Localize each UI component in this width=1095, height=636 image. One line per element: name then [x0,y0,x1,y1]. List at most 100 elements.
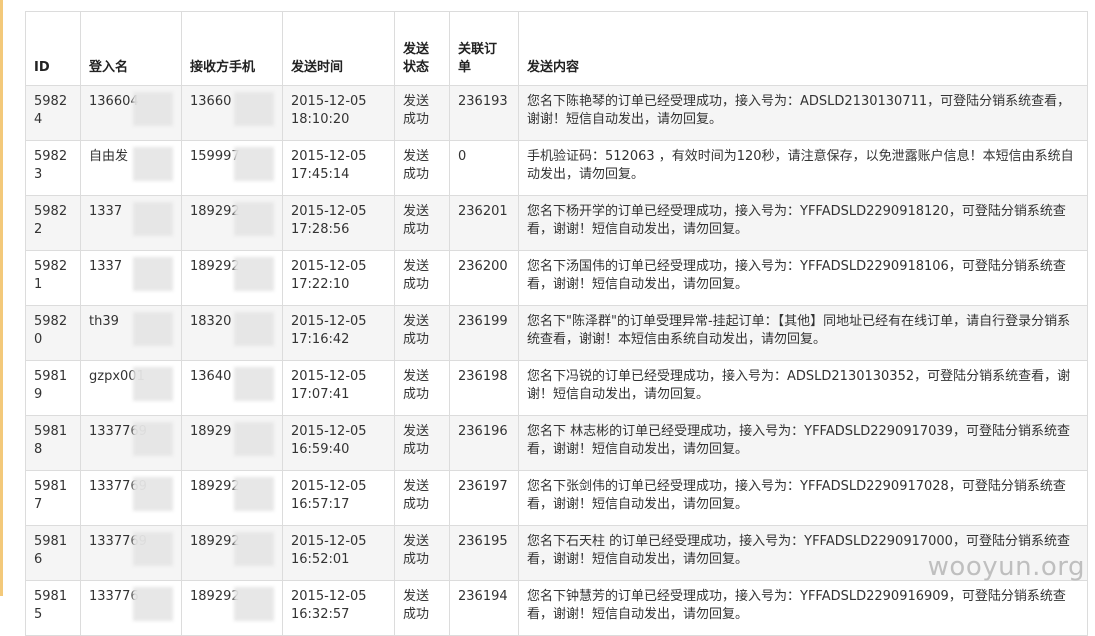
cell-content-text: 您名下杨开学的订单已经受理成功，接入号为：YFFADSLD2290918120，… [527,204,1066,237]
cell-phone: 13640 [181,360,283,416]
cell-content: 您名下陈艳琴的订单已经受理成功，接入号为：ADSLD2130130711，可登陆… [518,85,1088,141]
cell-time-text: 2015-12-05 18:10:20 [291,94,367,127]
cell-time-text: 2015-12-05 16:57:17 [291,479,367,512]
cell-order: 236199 [449,305,519,361]
cell-order: 236198 [449,360,519,416]
cell-order: 0 [449,140,519,196]
cell-time-text: 2015-12-05 17:28:56 [291,204,367,237]
cell-order-text: 236201 [458,204,508,219]
cell-order-text: 236194 [458,589,508,604]
cell-status-text: 发送 成功 [403,94,430,127]
cell-content-text: 您名下 林志彬的订单已经受理成功，接入号为：YFFADSLD2290917039… [527,424,1070,457]
cell-order: 236193 [449,85,519,141]
redaction-mask [234,147,274,181]
cell-login: 1337769 [80,415,182,471]
cell-phone-text: 18929 [190,424,232,439]
cell-order-text: 236200 [458,259,508,274]
cell-status-text: 发送 成功 [403,479,430,512]
cell-time-text: 2015-12-05 17:16:42 [291,314,367,347]
cell-phone-text: 18320 [190,314,232,329]
cell-id: 59815 [25,580,81,636]
cell-content-text: 您名下陈艳琴的订单已经受理成功，接入号为：ADSLD2130130711，可登陆… [527,94,1071,127]
cell-status: 发送 成功 [394,580,450,636]
cell-time: 2015-12-05 16:59:40 [282,415,395,471]
cell-content: 您名下汤国伟的订单已经受理成功，接入号为：YFFADSLD2290918106，… [518,250,1088,306]
cell-login-text: 133776 [89,589,139,604]
cell-time: 2015-12-05 16:32:57 [282,580,395,636]
redaction-mask [133,422,173,456]
cell-content: 手机验证码：512063 ，有效时间为120秒，请注意保存，以免泄露账户信息！本… [518,140,1088,196]
cell-login: th39 [80,305,182,361]
col-header-content: 发送内容 [518,11,1088,86]
cell-content: 您名下冯锐的订单已经受理成功，接入号为：ADSLD2130130352，可登陆分… [518,360,1088,416]
cell-time: 2015-12-05 17:07:41 [282,360,395,416]
cell-id: 59820 [25,305,81,361]
cell-phone: 189292 [181,195,283,251]
table-row: 59815 133776 189292 2015-12-05 16:32:57 发送 成… [25,580,1088,636]
cell-phone: 189292 [181,250,283,306]
cell-phone-text: 13660 [190,94,232,109]
redaction-mask [234,257,274,291]
redaction-mask [234,532,274,566]
cell-id-text: 59820 [34,314,68,347]
cell-login-text: 自由发 [89,149,129,164]
cell-phone: 13660 [181,85,283,141]
cell-login: 136604 [80,85,182,141]
cell-order: 236195 [449,525,519,581]
cell-time-text: 2015-12-05 17:07:41 [291,369,367,402]
cell-id: 59823 [25,140,81,196]
cell-time-text: 2015-12-05 16:32:57 [291,589,367,622]
cell-phone-text: 189292 [190,589,240,604]
cell-status-text: 发送 成功 [403,314,430,347]
cell-id: 59822 [25,195,81,251]
cell-id-text: 59815 [34,589,68,622]
table-row: 59819 gzpx001 13640 2015-12-05 17:07:41 发送 成… [25,360,1088,416]
redaction-mask [234,367,274,401]
cell-status-text: 发送 成功 [403,149,430,182]
cell-status-text: 发送 成功 [403,589,430,622]
col-header-login: 登入名 [80,11,182,86]
cell-content: 您名下张剑伟的订单已经受理成功，接入号为：YFFADSLD2290917028，… [518,470,1088,526]
table-row: 59821 1337 189292 2015-12-05 17:22:10 发送 成功 2… [25,250,1088,306]
cell-time-text: 2015-12-05 17:45:14 [291,149,367,182]
redaction-mask [133,532,173,566]
cell-order-text: 0 [458,149,467,164]
cell-id-text: 59824 [34,94,68,127]
cell-id-text: 59817 [34,479,68,512]
table-row: 59824 136604 13660 2015-12-05 18:10:20 发送 成功… [25,85,1088,141]
redaction-mask [133,92,173,126]
col-header-id: ID [25,11,81,86]
cell-order: 236196 [449,415,519,471]
cell-order-text: 236193 [458,94,508,109]
redaction-mask [133,312,173,346]
cell-content-text: 您名下冯锐的订单已经受理成功，接入号为：ADSLD2130130352，可登陆分… [527,369,1071,402]
cell-status: 发送 成功 [394,85,450,141]
cell-status: 发送 成功 [394,470,450,526]
cell-status: 发送 成功 [394,305,450,361]
redaction-mask [133,367,173,401]
cell-content-text: 手机验证码：512063 ，有效时间为120秒，请注意保存，以免泄露账户信息！本… [527,149,1074,182]
cell-time-text: 2015-12-05 16:59:40 [291,424,367,457]
table-row: 59818 1337769 18929 2015-12-05 16:59:40 发送 成… [25,415,1088,471]
cell-phone: 18929 [181,415,283,471]
cell-login-text: 136604 [89,94,139,109]
cell-time: 2015-12-05 17:16:42 [282,305,395,361]
cell-id: 59817 [25,470,81,526]
cell-phone: 189292 [181,580,283,636]
cell-login: 1337 [80,195,182,251]
cell-order-text: 236197 [458,479,508,494]
cell-time: 2015-12-05 17:45:14 [282,140,395,196]
cell-id-text: 59821 [34,259,68,292]
redaction-mask [234,422,274,456]
cell-time: 2015-12-05 17:22:10 [282,250,395,306]
cell-order-text: 236196 [458,424,508,439]
col-header-status: 发送 状态 [394,11,450,86]
cell-id: 59818 [25,415,81,471]
cell-phone-text: 13640 [190,369,232,384]
cell-id-text: 59816 [34,534,68,567]
sms-log-table: ID 登入名 接收方手机 发送时间 发送 状态 关联订 单 发送内容 59824… [25,11,1088,636]
cell-login: gzpx001 [80,360,182,416]
cell-content-text: 您名下钟慧芳的订单已经受理成功，接入号为：YFFADSLD2290916909，… [527,589,1066,622]
cell-content-text: 您名下汤国伟的订单已经受理成功，接入号为：YFFADSLD2290918106，… [527,259,1066,292]
cell-time-text: 2015-12-05 17:22:10 [291,259,367,292]
